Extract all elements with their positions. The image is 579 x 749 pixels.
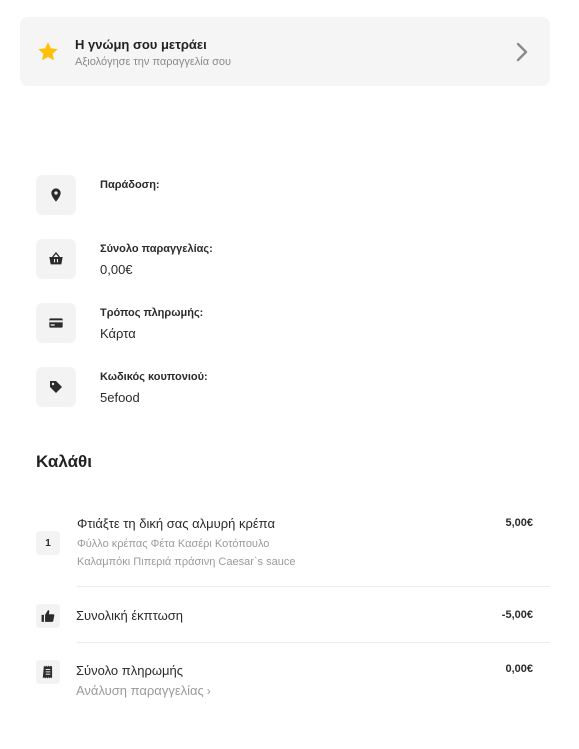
divider (77, 642, 550, 643)
order-total-label: Σύνολο παραγγελίας: (100, 243, 213, 255)
payment-method-value: Κάρτα (100, 326, 136, 341)
payment-total-label: Σύνολο πληρωμής (76, 663, 184, 678)
thumbs-up-icon (36, 604, 60, 628)
rate-title: Η γνώμη σου μετράει (75, 37, 207, 52)
payment-total-value: 0,00€ (505, 663, 533, 675)
coupon-label: Κωδικός κουπονιού: (100, 371, 208, 383)
cart-title: Καλάθι (36, 452, 92, 471)
discount-value: -5,00€ (501, 609, 533, 621)
delivery-label: Παράδοση: (100, 179, 160, 191)
order-analysis-label: Ανάλυση παραγγελίας (76, 683, 204, 698)
item-quantity: 1 (36, 531, 60, 555)
basket-icon (36, 239, 76, 279)
item-price: 5,00€ (505, 517, 533, 529)
order-analysis-link[interactable]: Ανάλυση παραγγελίας › (76, 683, 211, 698)
discount-label: Συνολική έκπτωση (76, 608, 183, 623)
location-pin-icon (36, 175, 76, 215)
coupon-value: 5efood (100, 390, 140, 405)
divider (77, 586, 550, 587)
chevron-right-icon: › (206, 684, 211, 698)
receipt-icon (36, 660, 60, 684)
rate-subtitle: Αξιολόγησε την παραγγελία σου (75, 56, 232, 68)
rate-order-card[interactable]: Η γνώμη σου μετράει Αξιολόγησε την παραγ… (20, 17, 550, 86)
item-description-line1: Φύλλο κρέπας Φέτα Κασέρι Κοτόπουλο (77, 538, 270, 550)
star-icon (38, 42, 58, 61)
tag-icon (36, 367, 76, 407)
chevron-right-icon (516, 42, 528, 62)
order-total-value: 0,00€ (100, 262, 133, 277)
payment-method-label: Τρόπος πληρωμής: (100, 307, 204, 319)
item-description-line2: Καλαμπόκι Πιπεριά πράσινη Caesar`s sauce (77, 556, 296, 568)
item-name: Φτιάξτε τη δική σας αλμυρή κρέπα (77, 516, 275, 531)
credit-card-icon (36, 303, 76, 343)
